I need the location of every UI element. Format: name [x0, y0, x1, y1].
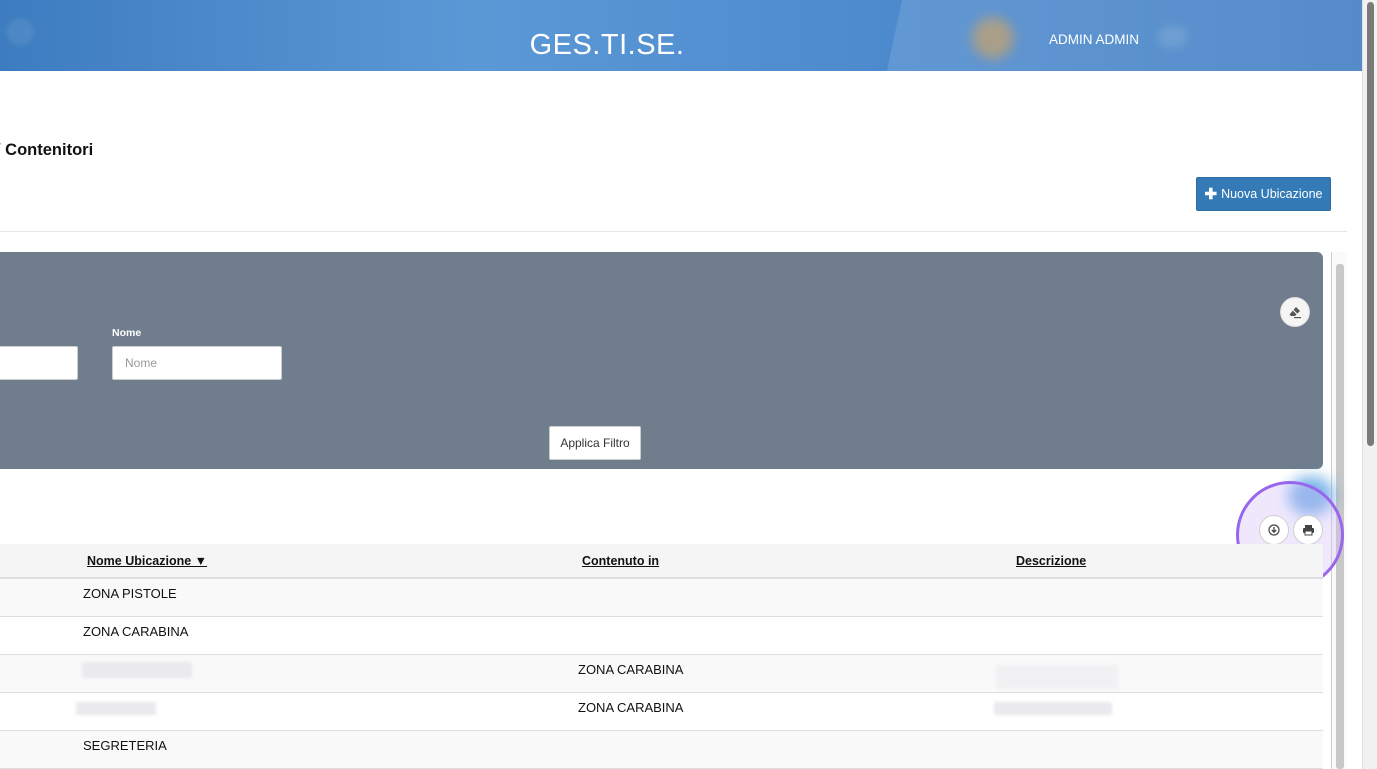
table-row[interactable]: ZONA CARABINA: [0, 693, 1323, 731]
new-location-button[interactable]: ✚ Nuova Ubicazione: [1196, 177, 1331, 211]
user-name[interactable]: ADMIN ADMIN: [1049, 32, 1139, 47]
window-scrollbar-thumb[interactable]: [1367, 2, 1374, 446]
redacted-nome: [82, 662, 192, 678]
nome-filter-label: Nome: [112, 327, 142, 339]
table-row[interactable]: SEGRETERIA: [0, 731, 1323, 769]
nome-filter-input[interactable]: [112, 346, 282, 380]
app-page: GES.TI.SE. ADMIN ADMIN / Contenitori ✚ N…: [0, 0, 1377, 769]
cell-contenuto: ZONA CARABINA: [578, 662, 684, 677]
cell-nome: ZONA PISTOLE: [83, 586, 177, 601]
column-contenuto-in[interactable]: Contenuto in: [582, 554, 659, 568]
top-header: GES.TI.SE. ADMIN ADMIN: [0, 0, 1362, 71]
window-scrollbar[interactable]: [1362, 0, 1377, 769]
column-descrizione[interactable]: Descrizione: [1016, 554, 1086, 568]
clear-filter-button[interactable]: [1280, 297, 1310, 327]
plus-icon: ✚: [1204, 185, 1218, 203]
print-icon: [1302, 525, 1314, 536]
user-menu-icon[interactable]: [1158, 26, 1188, 48]
table-header: Nome Ubicazione ▼ Contenuto in Descrizio…: [0, 544, 1323, 579]
eraser-icon: [1289, 307, 1301, 319]
table-row[interactable]: ZONA PISTOLE: [0, 579, 1323, 617]
app-title: GES.TI.SE.: [529, 29, 685, 61]
cell-nome: SEGRETERIA: [83, 738, 167, 753]
new-location-label: Nuova Ubicazione: [1221, 187, 1323, 201]
header-divider: [0, 231, 1347, 232]
download-button[interactable]: [1259, 515, 1289, 545]
table-row[interactable]: ZONA CARABINA: [0, 655, 1323, 693]
cell-contenuto: ZONA CARABINA: [578, 700, 684, 715]
apply-filter-button[interactable]: Applica Filtro: [549, 426, 641, 460]
redacted-nome: [76, 702, 156, 715]
page-title: / Contenitori: [0, 141, 94, 159]
download-icon: [1268, 524, 1280, 536]
table-row[interactable]: ZONA CARABINA: [0, 617, 1323, 655]
user-avatar[interactable]: [972, 17, 1014, 59]
previous-filter-input[interactable]: [0, 346, 78, 380]
cell-nome: ZONA CARABINA: [83, 624, 189, 639]
column-nome-ubicazione[interactable]: Nome Ubicazione ▼: [87, 554, 207, 568]
print-button[interactable]: [1293, 515, 1323, 545]
redacted-descrizione: [996, 665, 1118, 689]
redacted-descrizione: [994, 702, 1112, 715]
filter-panel: Nome Applica Filtro: [0, 252, 1323, 469]
